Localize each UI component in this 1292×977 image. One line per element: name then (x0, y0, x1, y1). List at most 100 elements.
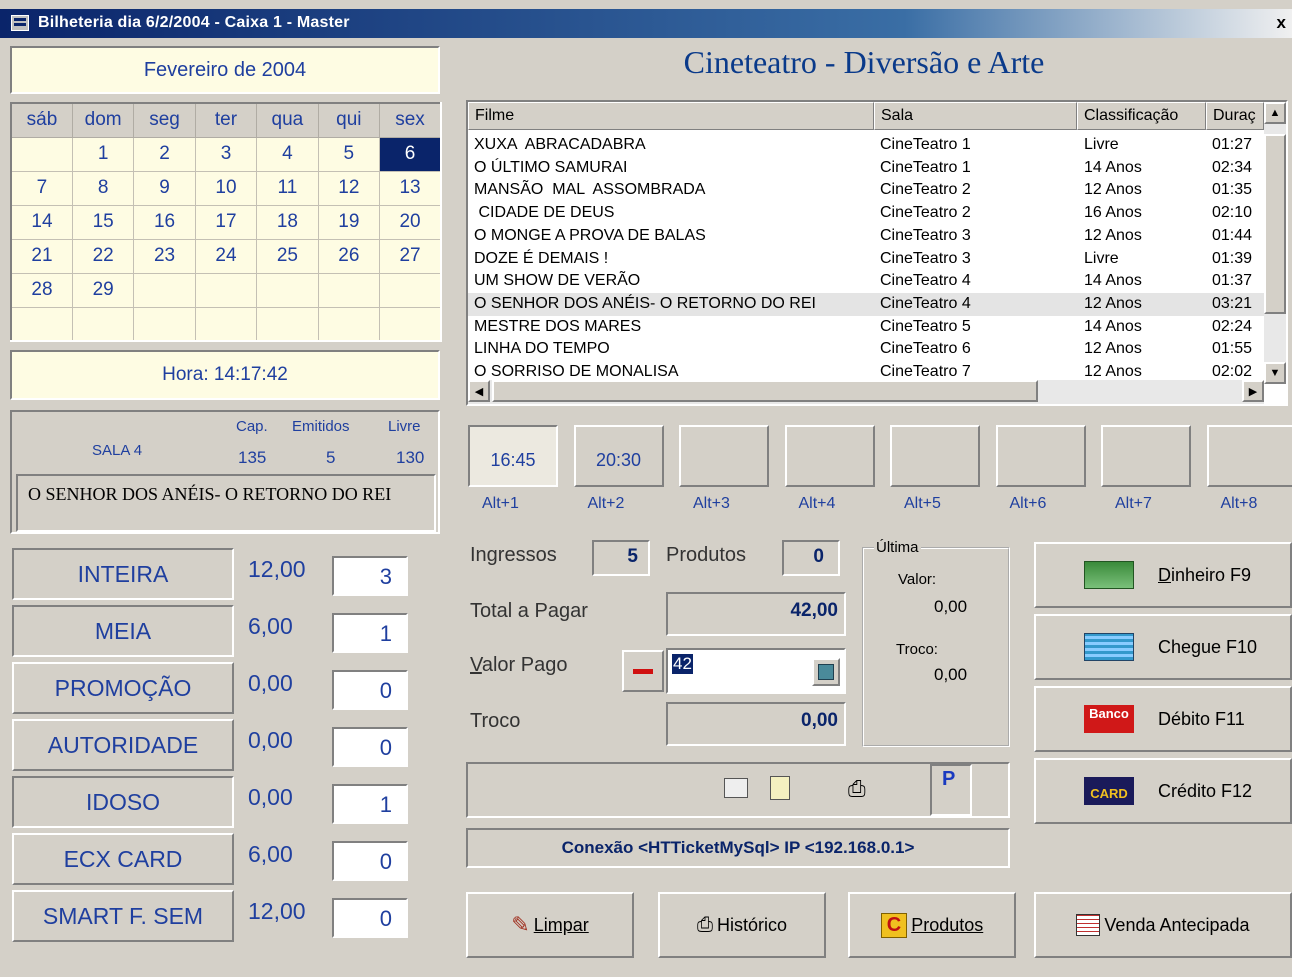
calendar-day[interactable]: 9 (133, 170, 196, 206)
session-time-button[interactable] (995, 425, 1086, 487)
document-icon[interactable] (770, 776, 790, 800)
ticket-quantity-input[interactable]: 0 (332, 727, 408, 767)
calendar-day[interactable]: 12 (317, 170, 381, 206)
calendar-day[interactable]: 7 (10, 170, 73, 206)
calendar-day[interactable]: 26 (317, 238, 381, 274)
calendar-day[interactable]: 6 (379, 136, 442, 172)
ticket-type-button[interactable]: ECX CARD (12, 833, 234, 885)
col-header-film[interactable]: Filme (468, 102, 874, 130)
total-label: Total a Pagar (470, 600, 588, 622)
products-button[interactable]: C Produtos (848, 892, 1016, 958)
calendar-day[interactable]: 27 (379, 238, 442, 274)
session-time-button[interactable] (1101, 425, 1191, 487)
paid-input[interactable]: 42 (666, 648, 846, 694)
calendar-day[interactable]: 13 (379, 170, 442, 206)
scroll-up-icon[interactable]: ▲ (1264, 102, 1286, 124)
movie-row[interactable]: DOZE É DEMAIS ! CineTeatro 3 Livre 01:39 (468, 248, 1264, 271)
scroll-down-icon[interactable]: ▼ (1264, 362, 1286, 384)
close-icon[interactable]: x (1277, 13, 1286, 33)
credit-button[interactable]: CARD Crédito F12 (1034, 758, 1292, 824)
movie-room-cell: CineTeatro 4 (880, 294, 971, 312)
check-button[interactable]: Chegue F10 (1034, 614, 1292, 680)
calculator-icon[interactable] (812, 658, 840, 686)
movie-duration-cell: 01:55 (1212, 340, 1253, 358)
calendar-day[interactable]: 25 (256, 238, 319, 274)
minus-button[interactable] (622, 650, 664, 692)
ticket-quantity-input[interactable]: 0 (332, 670, 408, 710)
movie-row[interactable]: MANSÃO MAL ASSOMBRADA CineTeatro 2 12 Anos… (468, 179, 1264, 202)
ticket-quantity-input[interactable]: 3 (332, 556, 408, 596)
cash-button[interactable]: Dinheiro F9 (1034, 542, 1292, 608)
calendar-day[interactable]: 3 (194, 136, 258, 172)
movie-row[interactable]: O SENHOR DOS ANÉIS- O RETORNO DO REI Cine… (468, 292, 1264, 316)
room-movie-title: O SENHOR DOS ANÉIS- O RETORNO DO REI (16, 474, 436, 532)
calendar-day[interactable]: 16 (133, 204, 196, 240)
calendar-day[interactable]: 5 (317, 136, 381, 172)
movie-row[interactable]: O ÚLTIMO SAMURAI CineTeatro 1 14 Anos 02:34 (468, 157, 1264, 180)
session-time-button[interactable] (890, 425, 980, 487)
col-header-duration[interactable]: Duraç (1206, 102, 1264, 130)
calendar-day[interactable]: 24 (194, 238, 258, 274)
session-time-button[interactable] (679, 425, 769, 487)
history-button[interactable]: ⎙ Histórico (658, 892, 826, 958)
calendar-day[interactable]: 29 (71, 272, 135, 308)
scroll-left-icon[interactable]: ◀ (468, 380, 490, 402)
movie-row[interactable]: UM SHOW DE VERÃO CineTeatro 4 14 Anos 01:37 (468, 270, 1264, 293)
movie-row[interactable]: O MONGE A PROVA DE BALAS CineTeatro 3 12 A… (468, 225, 1264, 248)
calendar-day[interactable]: 11 (256, 170, 319, 206)
calendar-day[interactable]: 23 (133, 238, 196, 274)
calendar-day[interactable]: 20 (379, 204, 442, 240)
movie-row[interactable]: CIDADE DE DEUS CineTeatro 2 16 Anos 02:10 (468, 202, 1264, 225)
calendar-day[interactable]: 1 (71, 136, 135, 172)
advance-sale-button[interactable]: Venda Antecipada (1034, 892, 1292, 958)
printer-icon[interactable]: ⎙ (848, 776, 866, 802)
calendar-day[interactable]: 28 (10, 272, 73, 308)
col-header-room[interactable]: Sala (874, 102, 1077, 130)
ticket-quantity-input[interactable]: 1 (332, 784, 408, 824)
scroll-thumb[interactable] (1264, 134, 1286, 314)
receipt-icon[interactable] (724, 778, 748, 798)
session-time-button[interactable]: 20:30 (573, 425, 664, 487)
hscroll-thumb[interactable] (492, 380, 1038, 402)
ticket-type-button[interactable]: PROMOÇÃO (12, 662, 234, 714)
calendar-day[interactable]: 21 (10, 238, 73, 274)
movie-row[interactable]: MESTRE DOS MARES CineTeatro 5 14 Anos 02:24 (468, 316, 1264, 339)
clear-button[interactable]: ✎ Limpar (466, 892, 634, 958)
debit-button[interactable]: Banco Débito F11 (1034, 686, 1292, 752)
movie-row[interactable]: LINHA DO TEMPO CineTeatro 6 12 Anos 01:55 (468, 338, 1264, 361)
movie-row[interactable]: XUXA ABRACADABRA CineTeatro 1 Livre 01:27 (468, 134, 1264, 157)
calendar-day[interactable]: 19 (317, 204, 381, 240)
grid-vertical-scrollbar[interactable]: ▲ ▼ (1264, 102, 1286, 384)
col-header-rating[interactable]: Classificação (1077, 102, 1206, 130)
ticket-type-button[interactable]: AUTORIDADE (12, 719, 234, 771)
ticket-type-button[interactable]: IDOSO (12, 776, 234, 828)
movies-grid[interactable]: Filme Sala Classificação Duraç XUXA ABRA… (466, 100, 1288, 406)
session-time-button[interactable] (784, 425, 875, 487)
calendar-day[interactable]: 15 (71, 204, 135, 240)
movie-room-cell: CineTeatro 6 (880, 340, 971, 358)
scroll-right-icon[interactable]: ▶ (1242, 380, 1264, 402)
ticket-type-button[interactable]: INTEIRA (12, 548, 234, 600)
calendar-day[interactable]: 8 (71, 170, 135, 206)
ticket-type-button[interactable]: MEIA (12, 605, 234, 657)
ticket-quantity-input[interactable]: 0 (332, 898, 408, 938)
grid-horizontal-scrollbar[interactable]: ◀ ▶ (468, 380, 1264, 404)
session-time-button[interactable]: 16:45 (468, 425, 558, 487)
debit-button-label: Débito F11 (1158, 708, 1245, 729)
broom-icon: ✎ (511, 912, 530, 937)
movie-room-cell: CineTeatro 2 (880, 204, 971, 222)
calendar-day[interactable]: 17 (194, 204, 258, 240)
calendar-day[interactable]: 4 (256, 136, 319, 172)
calendar-day[interactable]: 18 (256, 204, 319, 240)
movie-rating-cell: Livre (1084, 249, 1119, 267)
movie-title-cell: O ÚLTIMO SAMURAI (474, 158, 628, 176)
session-time-button[interactable] (1206, 425, 1292, 487)
calendar-day[interactable]: 2 (133, 136, 196, 172)
ticket-quantity-input[interactable]: 1 (332, 613, 408, 653)
calendar-day[interactable]: 14 (10, 204, 73, 240)
ticket-type-button[interactable]: SMART F. SEM (12, 890, 234, 942)
calendar-day[interactable]: 22 (71, 238, 135, 274)
calendar-day[interactable]: 10 (194, 170, 258, 206)
movie-title-cell: XUXA ABRACADABRA (474, 136, 646, 153)
ticket-quantity-input[interactable]: 0 (332, 841, 408, 881)
